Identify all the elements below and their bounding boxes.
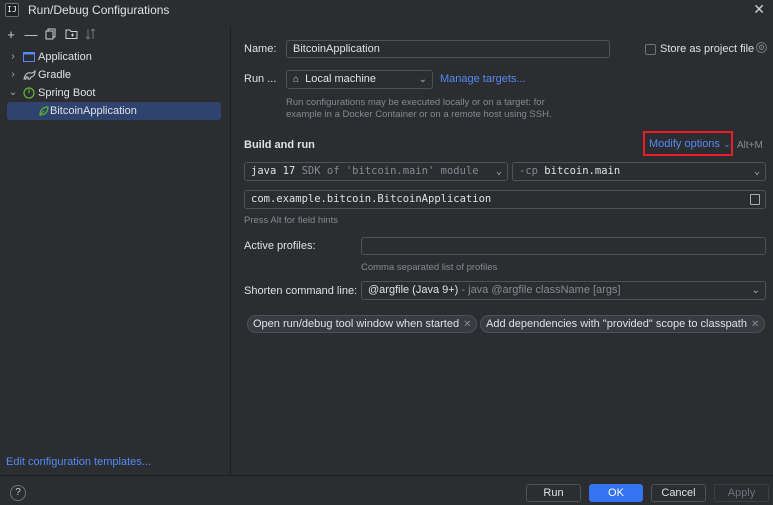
manage-targets-link[interactable]: Manage targets... (440, 73, 526, 85)
close-icon[interactable]: ✕ (753, 1, 765, 18)
jdk-dropdown[interactable]: java 17 SDK of 'bitcoin.main' module ⌄ (244, 162, 508, 181)
home-icon: ⌂ (293, 74, 300, 85)
browse-icon[interactable] (750, 194, 760, 205)
store-as-project-file-label: Store as project file (660, 43, 755, 55)
shorten-command-line-dropdown[interactable]: @argfile (Java 9+) - java @argfile class… (361, 281, 766, 300)
intellij-app-icon: IJ (5, 3, 19, 17)
sidebar-toolbar: + — (4, 26, 98, 44)
modify-options-shortcut: Alt+M (737, 140, 763, 151)
configurations-tree: › Application › Gradle ⌄ Spring Boot Bit… (0, 48, 230, 120)
jdk-value: java 17 (251, 165, 296, 177)
name-label: Name: (244, 43, 277, 55)
field-hint: Press Alt for field hints (244, 215, 338, 226)
chip-label: Add dependencies with "provided" scope t… (486, 318, 747, 330)
footer-divider (0, 475, 773, 476)
tree-item-application[interactable]: › Application (0, 48, 230, 66)
chevron-right-icon[interactable]: › (8, 48, 18, 66)
title-bar: IJ Run/Debug Configurations ✕ (0, 0, 773, 20)
ok-button[interactable]: OK (589, 484, 643, 502)
run-on-value: Local machine (305, 73, 377, 85)
active-profiles-field[interactable] (361, 237, 766, 255)
remove-configuration-icon[interactable]: — (24, 28, 38, 42)
build-and-run-title: Build and run (244, 139, 315, 151)
gradle-icon (23, 69, 36, 81)
chevron-down-icon: ⌄ (495, 166, 502, 177)
shorten-suffix: - java @argfile className [args] (461, 284, 621, 296)
main-class-value: com.example.bitcoin.BitcoinApplication (251, 193, 492, 205)
remove-chip-icon[interactable]: ✕ (463, 319, 471, 330)
active-profiles-label: Active profiles: (244, 240, 316, 252)
option-chip-add-provided-dependencies[interactable]: Add dependencies with "provided" scope t… (480, 315, 766, 333)
tree-item-spring-boot[interactable]: ⌄ Spring Boot (0, 84, 230, 102)
cp-prefix: -cp (519, 165, 538, 177)
classpath-module-dropdown[interactable]: -cp bitcoin.main ⌄ (512, 162, 766, 181)
tree-item-gradle[interactable]: › Gradle (0, 66, 230, 84)
configurations-sidebar: + — › Application › Gradle ⌄ Spring Boot… (0, 26, 231, 475)
apply-button[interactable]: Apply (714, 484, 769, 502)
name-field[interactable]: BitcoinApplication (286, 40, 610, 58)
jdk-suffix: SDK of 'bitcoin.main' module (301, 165, 479, 177)
gear-icon[interactable]: ⚙ (756, 42, 767, 53)
window-title: Run/Debug Configurations (28, 3, 170, 17)
run-on-hint: Run configurations may be executed local… (286, 97, 552, 120)
shorten-value: @argfile (Java 9+) (368, 284, 459, 296)
copy-configuration-icon[interactable] (44, 28, 58, 42)
run-on-label: Run ... (244, 73, 277, 85)
tree-item-label: Gradle (38, 69, 72, 81)
cancel-button[interactable]: Cancel (651, 484, 706, 502)
application-icon (23, 51, 35, 63)
main-class-field[interactable]: com.example.bitcoin.BitcoinApplication (244, 190, 766, 209)
spring-boot-icon (23, 87, 35, 99)
store-as-project-file-checkbox[interactable] (645, 44, 656, 55)
highlight-box (643, 131, 733, 156)
spring-boot-run-icon (38, 105, 50, 117)
sort-icon[interactable] (84, 28, 98, 42)
tree-item-label: Spring Boot (38, 87, 96, 99)
tree-item-label: BitcoinApplication (50, 105, 137, 117)
run-button[interactable]: Run (526, 484, 581, 502)
run-on-dropdown[interactable]: ⌂ Local machine ⌄ (286, 70, 433, 89)
folder-icon[interactable] (64, 28, 78, 42)
add-configuration-icon[interactable]: + (4, 28, 18, 42)
tree-item-label: Application (38, 51, 92, 63)
active-profiles-hint: Comma separated list of profiles (361, 262, 498, 273)
edit-configuration-templates-link[interactable]: Edit configuration templates... (6, 456, 151, 468)
option-chip-open-tool-window[interactable]: Open run/debug tool window when started ✕ (247, 315, 478, 333)
help-icon[interactable]: ? (10, 485, 26, 501)
chip-label: Open run/debug tool window when started (253, 318, 460, 330)
tree-item-bitcoin-application[interactable]: BitcoinApplication (7, 102, 221, 120)
chevron-down-icon: ⌄ (753, 166, 760, 177)
chevron-down-icon: ⌄ (751, 285, 760, 296)
cp-value: bitcoin.main (544, 165, 621, 177)
chevron-down-icon: ⌄ (418, 74, 427, 85)
remove-chip-icon[interactable]: ✕ (751, 319, 759, 330)
shorten-command-line-label: Shorten command line: (244, 285, 358, 297)
chevron-down-icon[interactable]: ⌄ (8, 84, 18, 102)
chevron-right-icon[interactable]: › (8, 66, 18, 84)
